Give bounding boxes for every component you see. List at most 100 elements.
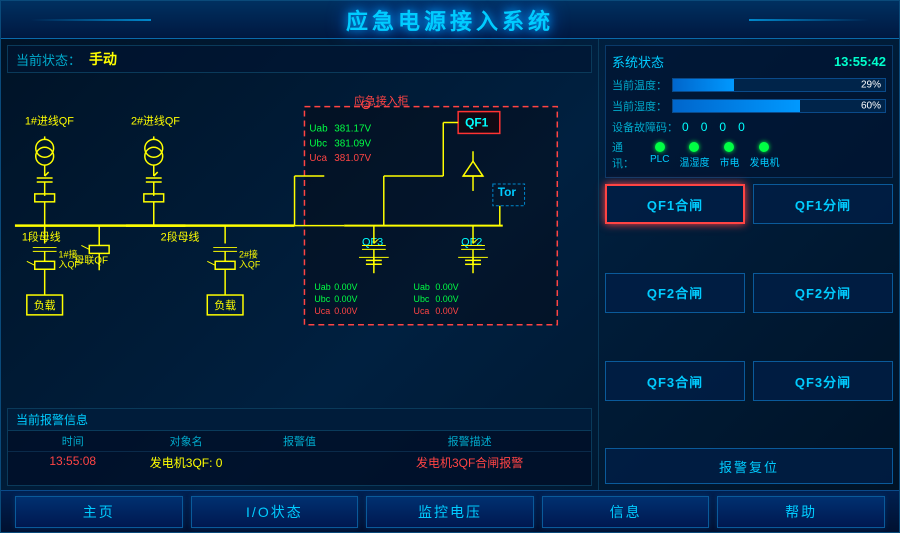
temp-label: 当前温度： — [612, 77, 672, 93]
svg-text:QF2: QF2 — [461, 236, 482, 248]
comm-row: 通 讯： PLC 温湿度 市电 — [612, 139, 886, 171]
col-val: 报警值 — [243, 433, 356, 449]
alarm-reset-button[interactable]: 报警复位 — [605, 448, 893, 484]
alert-header: 当前报警信息 — [8, 409, 591, 431]
svg-text:1段母线: 1段母线 — [22, 230, 61, 244]
svg-text:0.00V: 0.00V — [435, 282, 458, 292]
alert-row: 13:55:08 发电机3QF: 0 发电机3QF合闸报警 — [8, 452, 591, 473]
svg-text:1#进线QF: 1#进线QF — [25, 113, 74, 127]
comm-dot-gen — [759, 142, 769, 152]
svg-text:0.00V: 0.00V — [334, 282, 357, 292]
comm-generator: 发电机 — [749, 142, 779, 169]
status-bar: 当前状态： 手动 — [7, 45, 592, 73]
diagram-panel: 当前状态： 手动 1#进线QF — [1, 39, 599, 490]
alert-desc: 发电机3QF合闸报警 — [356, 454, 583, 471]
comm-dot-grid — [724, 142, 734, 152]
col-obj: 对象名 — [129, 433, 242, 449]
svg-text:入QF: 入QF — [239, 259, 261, 269]
svg-text:0.00V: 0.00V — [334, 306, 357, 316]
svg-text:Ubc: Ubc — [309, 138, 327, 149]
svg-text:Ubc: Ubc — [414, 294, 430, 304]
fault-val-0: 0 — [682, 120, 689, 134]
title-bar: 应急电源接入系统 — [1, 1, 899, 39]
svg-text:QF3: QF3 — [362, 236, 383, 248]
content-area: 当前状态： 手动 1#进线QF — [1, 39, 899, 490]
circuit-diagram: 1#进线QF 1段母线 — [7, 77, 592, 404]
comm-dot-plc — [655, 142, 665, 152]
humidity-progress: 60% — [672, 99, 886, 113]
qf3-open-button[interactable]: QF3分闸 — [753, 361, 893, 401]
svg-text:0.00V: 0.00V — [435, 294, 458, 304]
svg-text:2#进线QF: 2#进线QF — [131, 113, 180, 127]
humidity-label: 当前湿度： — [612, 98, 672, 114]
current-status-value: 手动 — [89, 49, 117, 69]
svg-text:Uab: Uab — [314, 282, 330, 292]
alert-area: 当前报警信息 时间 对象名 报警值 报警描述 13:55:08 发电机3QF: … — [7, 408, 592, 486]
svg-text:381.09V: 381.09V — [334, 138, 371, 149]
system-time: 13:55:42 — [834, 54, 886, 69]
sys-status-header: 系统状态 13:55:42 — [612, 52, 886, 71]
comm-plc: PLC — [650, 142, 669, 169]
col-desc: 报警描述 — [356, 433, 583, 449]
diagram-area: 1#进线QF 1段母线 — [7, 77, 592, 404]
temp-value: 29% — [861, 80, 881, 91]
nav-info[interactable]: 信息 — [542, 496, 710, 528]
svg-text:QF1: QF1 — [465, 115, 488, 129]
temp-progress: 29% — [672, 78, 886, 92]
qf3-close-button[interactable]: QF3合闸 — [605, 361, 745, 401]
comm-grid: 市电 — [719, 142, 739, 169]
svg-text:Uca: Uca — [414, 306, 430, 316]
qf2-close-button[interactable]: QF2合闸 — [605, 273, 745, 313]
qf1-close-button[interactable]: QF1合闸 — [605, 184, 745, 224]
qf1-open-button[interactable]: QF1分闸 — [753, 184, 893, 224]
main-container: 应急电源接入系统 当前状态： 手动 1#进线Q — [0, 0, 900, 533]
fault-label: 设备故障码： — [612, 119, 682, 135]
svg-text:2段母线: 2段母线 — [161, 230, 200, 244]
svg-text:2#接: 2#接 — [239, 248, 258, 259]
fault-val-3: 0 — [738, 120, 745, 134]
svg-text:Uca: Uca — [314, 306, 330, 316]
svg-text:负载: 负载 — [34, 298, 56, 312]
bottom-nav: 主页 I/O状态 监控电压 信息 帮助 — [1, 490, 899, 532]
alert-val — [243, 454, 356, 471]
alert-columns: 时间 对象名 报警值 报警描述 — [8, 431, 591, 452]
temp-row: 当前温度： 29% — [612, 77, 886, 93]
current-status-label: 当前状态： — [16, 50, 81, 69]
qf2-open-button[interactable]: QF2分闸 — [753, 273, 893, 313]
fault-values: 0 0 0 0 — [682, 120, 745, 134]
sys-status-title: 系统状态 — [612, 52, 664, 71]
nav-voltage[interactable]: 监控电压 — [366, 496, 534, 528]
svg-text:381.07V: 381.07V — [334, 153, 371, 164]
fault-row: 设备故障码： 0 0 0 0 — [612, 119, 886, 135]
control-buttons: QF1合闸 QF1分闸 QF2合闸 QF2分闸 QF3合闸 QF3分闸 — [605, 184, 893, 442]
svg-text:Uca: Uca — [309, 153, 327, 164]
humidity-fill — [673, 100, 800, 112]
nav-help[interactable]: 帮助 — [717, 496, 885, 528]
humidity-value: 60% — [861, 101, 881, 112]
alert-time: 13:55:08 — [16, 454, 129, 471]
svg-text:Tor: Tor — [498, 185, 517, 199]
nav-io[interactable]: I/O状态 — [191, 496, 359, 528]
col-time: 时间 — [16, 433, 129, 449]
comm-name-gen: 发电机 — [749, 154, 779, 169]
page-title: 应急电源接入系统 — [346, 4, 554, 36]
svg-text:0.00V: 0.00V — [334, 294, 357, 304]
temp-fill — [673, 79, 734, 91]
svg-text:负载: 负载 — [214, 298, 236, 312]
svg-text:Ubc: Ubc — [314, 294, 330, 304]
alert-obj: 发电机3QF: 0 — [129, 454, 242, 471]
svg-text:0.00V: 0.00V — [435, 306, 458, 316]
svg-text:1#接: 1#接 — [59, 248, 78, 259]
svg-text:Uab: Uab — [309, 123, 328, 134]
comm-dot-humidity — [689, 142, 699, 152]
svg-text:入QF: 入QF — [59, 259, 81, 269]
comm-label: 通 讯： — [612, 139, 642, 171]
fault-val-1: 0 — [701, 120, 708, 134]
svg-text:Uab: Uab — [414, 282, 430, 292]
svg-text:381.17V: 381.17V — [334, 123, 371, 134]
nav-home[interactable]: 主页 — [15, 496, 183, 528]
fault-val-2: 0 — [719, 120, 726, 134]
right-panel: 系统状态 13:55:42 当前温度： 29% 当前湿度： 60% — [599, 39, 899, 490]
comm-humidity-sensor: 温湿度 — [679, 142, 709, 169]
comm-name-humidity: 温湿度 — [679, 154, 709, 169]
